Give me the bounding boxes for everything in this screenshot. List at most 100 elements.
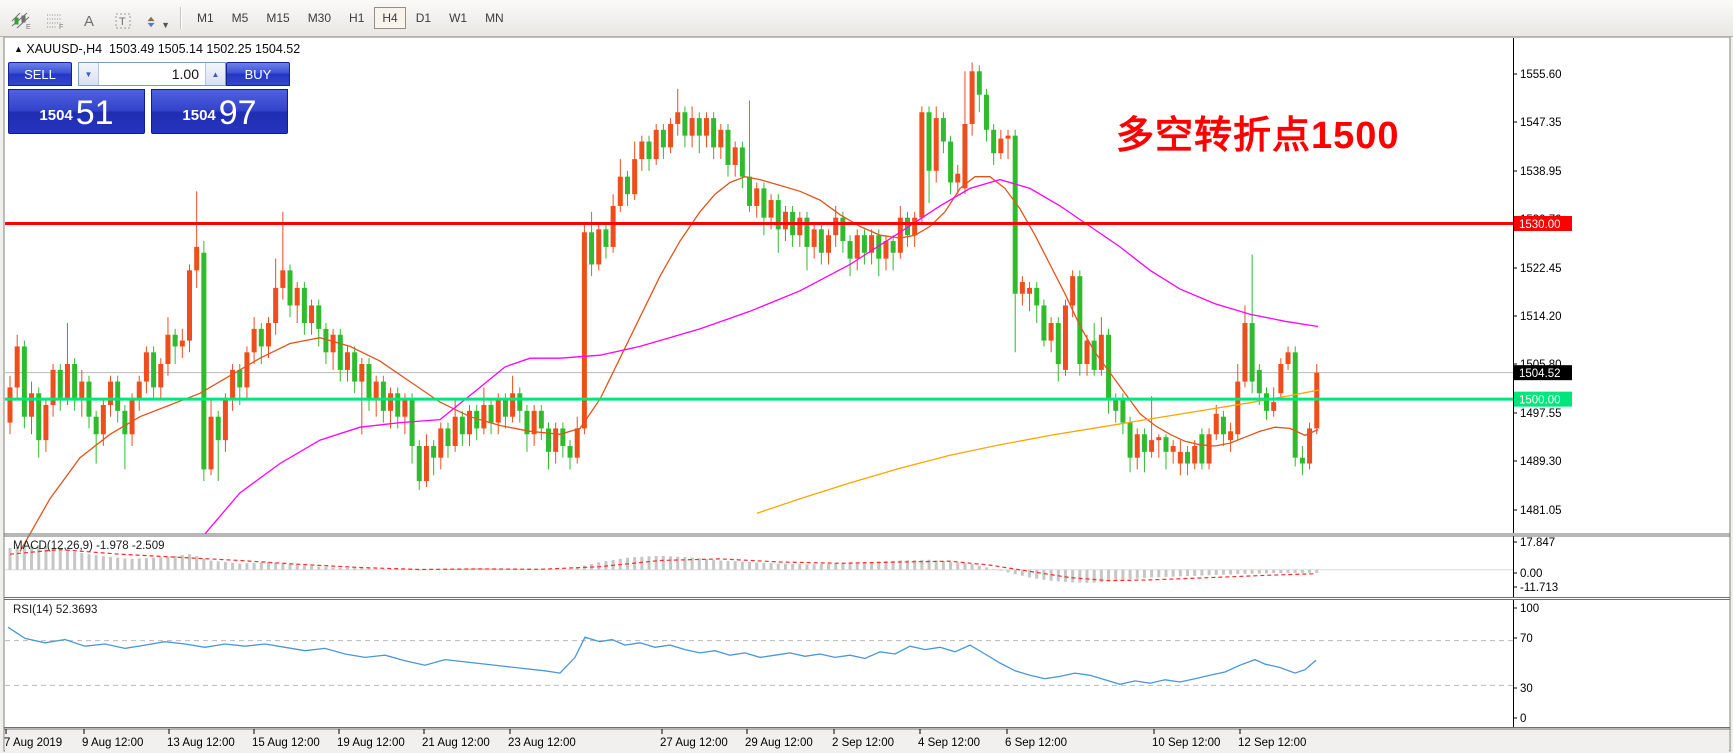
candle-body xyxy=(172,334,178,347)
candle-body xyxy=(1228,431,1234,441)
candle-body xyxy=(703,118,709,136)
candle-body xyxy=(1106,334,1112,400)
candle-body xyxy=(100,404,106,435)
candle-body xyxy=(388,393,394,411)
candle-body xyxy=(933,118,939,171)
rsi-axis-label: 0 xyxy=(1520,713,1526,725)
tab-timeframe-d1[interactable]: D1 xyxy=(408,7,439,29)
candle-body xyxy=(991,129,997,154)
tab-timeframe-w1[interactable]: W1 xyxy=(441,7,475,29)
hline-price-box-text: 1530.00 xyxy=(1519,219,1561,231)
candle-body xyxy=(653,129,659,160)
buy-price-prefix: 1504 xyxy=(182,107,216,124)
candle-body xyxy=(847,241,853,259)
candle-body xyxy=(603,229,609,247)
volume-input[interactable] xyxy=(99,63,205,85)
tab-timeframe-mn[interactable]: MN xyxy=(477,7,512,29)
candle-body xyxy=(589,232,595,265)
tab-timeframe-m1[interactable]: M1 xyxy=(189,7,222,29)
text-box-icon[interactable]: T xyxy=(110,6,136,30)
candle-body xyxy=(840,217,846,242)
tab-timeframe-h4[interactable]: H4 xyxy=(374,7,406,29)
tab-timeframe-m30[interactable]: M30 xyxy=(300,7,339,29)
candle-body xyxy=(337,334,343,370)
candle-body xyxy=(983,94,989,130)
volume-stepper: ▼ ▲ xyxy=(78,62,226,86)
candle-body xyxy=(1278,364,1284,394)
bid-price-box-text: 1504.52 xyxy=(1519,368,1561,380)
dropdown-caret-icon[interactable]: ▼ xyxy=(161,20,170,30)
price-axis-label: 1489.30 xyxy=(1520,456,1562,468)
candle-body xyxy=(64,364,70,400)
candle-body xyxy=(553,428,559,452)
candle-body xyxy=(194,246,200,271)
time-axis-label: 9 Aug 12:00 xyxy=(82,737,143,749)
text-a-icon[interactable]: A xyxy=(76,6,102,30)
candle-body xyxy=(481,404,487,429)
candle-body xyxy=(438,428,444,458)
candle-body xyxy=(1292,352,1298,458)
candle-body xyxy=(143,352,149,382)
time-axis-label: 7 Aug 2019 xyxy=(4,737,62,749)
candle-body xyxy=(725,129,731,165)
sell-button[interactable]: SELL xyxy=(8,62,72,86)
candle-body xyxy=(1062,305,1068,370)
candle-body xyxy=(617,176,623,206)
sell-price-tile[interactable]: 1504 51 xyxy=(8,89,145,134)
one-click-trade-panel: SELL ▼ ▲ BUY 1504 51 1504 97 xyxy=(8,62,290,134)
order-arrows-icon[interactable]: ▼ xyxy=(144,6,170,30)
candle-body xyxy=(294,287,300,306)
time-axis-label: 15 Aug 12:00 xyxy=(252,737,320,749)
chart-indicators-icon[interactable]: E xyxy=(8,6,34,30)
candle-body xyxy=(201,252,207,470)
candle-body xyxy=(1091,340,1097,370)
candle-body xyxy=(1034,287,1040,306)
symbol-ohlc-text: XAUUSD-,H4 1503.49 1505.14 1502.25 1504.… xyxy=(26,42,301,56)
time-axis-label: 29 Aug 12:00 xyxy=(745,737,813,749)
rsi-axis-label: 30 xyxy=(1520,683,1533,695)
price-axis-label: 1514.20 xyxy=(1520,311,1562,323)
price-axis-label: 1522.45 xyxy=(1520,263,1562,275)
time-axis-label: 6 Sep 12:00 xyxy=(1005,737,1067,749)
rsi-axis-label: 100 xyxy=(1520,603,1539,615)
candle-body xyxy=(215,416,221,441)
candle-body xyxy=(538,410,544,429)
candle-body xyxy=(115,381,121,411)
volume-decrease-button[interactable]: ▼ xyxy=(79,63,99,85)
candle-body xyxy=(93,416,99,435)
candle-body xyxy=(258,328,264,347)
candle-body xyxy=(732,147,738,165)
tab-timeframe-h1[interactable]: H1 xyxy=(341,7,372,29)
buy-price-tile[interactable]: 1504 97 xyxy=(151,89,288,134)
candle-body xyxy=(7,387,13,423)
candle-body xyxy=(359,364,365,382)
candle-body xyxy=(782,211,788,230)
candle-body xyxy=(459,416,465,435)
candle-body xyxy=(890,241,896,253)
tab-timeframe-m5[interactable]: M5 xyxy=(224,7,257,29)
candle-body xyxy=(72,364,78,400)
candle-body xyxy=(301,287,307,324)
collapse-triangle-icon[interactable]: ▲ xyxy=(14,44,23,54)
candle-body xyxy=(1027,287,1033,294)
macd-axis-label: 17.847 xyxy=(1520,537,1555,549)
tab-timeframe-m15[interactable]: M15 xyxy=(258,7,297,29)
hline-price-box-text: 1500.00 xyxy=(1519,395,1561,407)
buy-button[interactable]: BUY xyxy=(226,62,290,86)
candle-body xyxy=(646,141,652,160)
candle-body xyxy=(1156,437,1162,441)
candle-body xyxy=(624,176,630,195)
candle-body xyxy=(1177,451,1183,464)
candle-body xyxy=(1213,413,1219,435)
candle-body xyxy=(366,364,372,400)
volume-increase-button[interactable]: ▲ xyxy=(205,63,225,85)
candle-body xyxy=(1005,135,1011,139)
candle-body xyxy=(330,334,336,353)
grid-icon[interactable]: F xyxy=(42,6,68,30)
candle-body xyxy=(122,410,128,435)
time-axis-label: 12 Sep 12:00 xyxy=(1238,737,1306,749)
svg-text:F: F xyxy=(59,24,63,30)
candle-body xyxy=(280,270,286,288)
candle-body xyxy=(976,71,982,95)
candle-body xyxy=(1242,323,1248,382)
